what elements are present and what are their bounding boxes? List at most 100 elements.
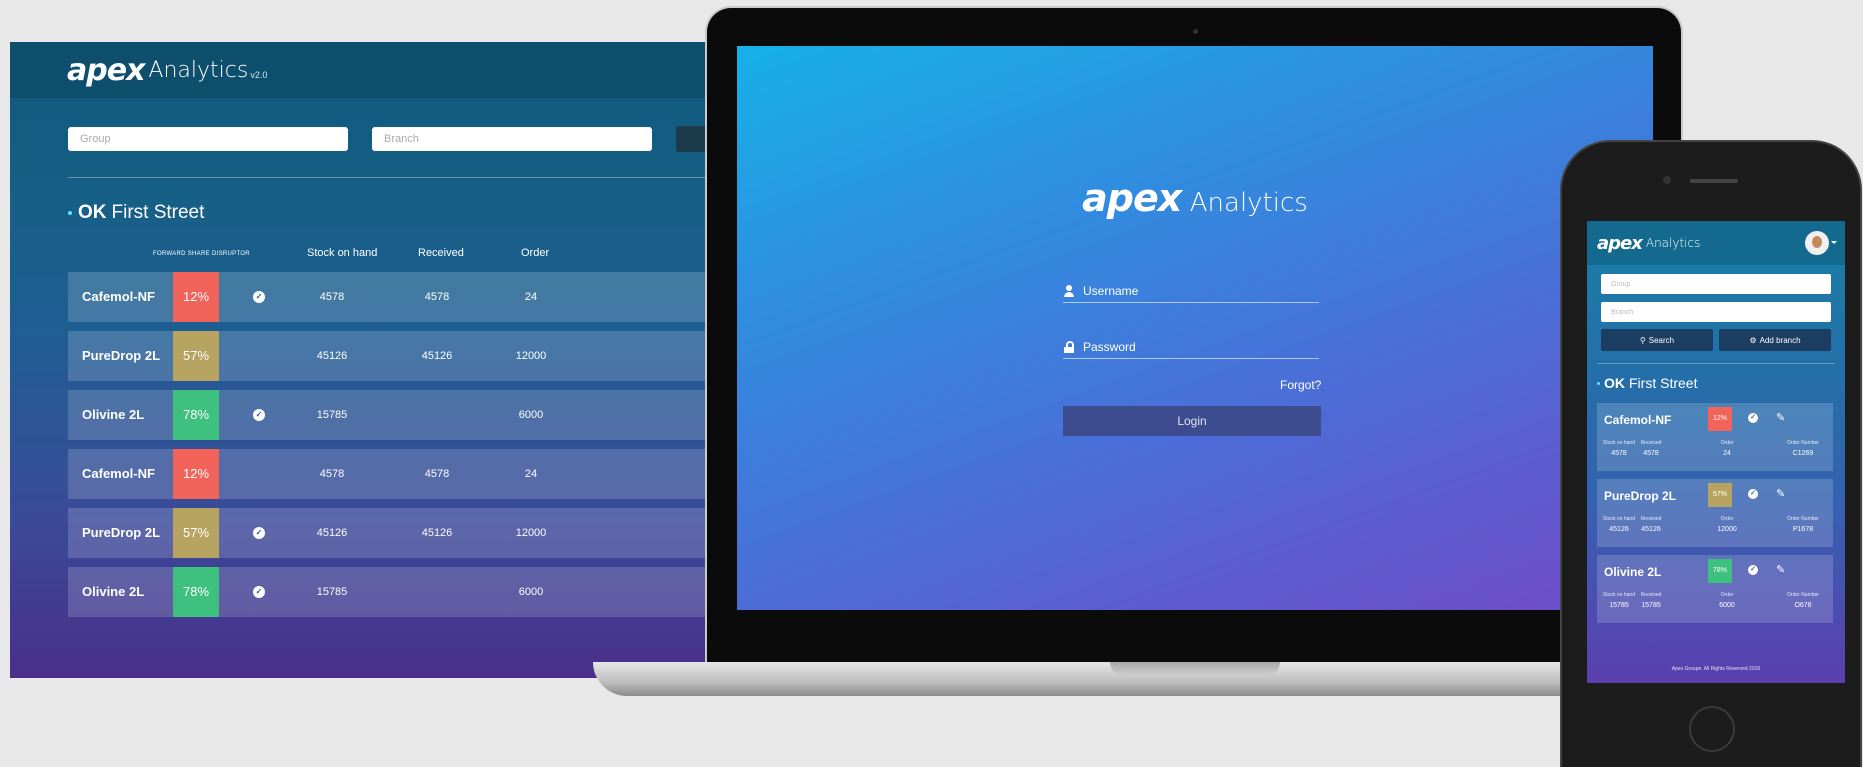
label-received: Received	[1640, 592, 1662, 598]
table-row[interactable]: PureDrop 2L 57% ✓ 45126 45126 12000	[68, 508, 710, 558]
version-label: v2.0	[250, 70, 268, 80]
desktop-dashboard: apex Analytics v2.0 ⚲ S OK First Street …	[10, 42, 710, 678]
value-order: 12000	[1717, 526, 1737, 533]
user-icon	[1063, 285, 1075, 297]
value-received: 15785	[1641, 602, 1661, 609]
value-received: 45126	[1641, 526, 1661, 533]
search-button[interactable]: ⚲ S	[676, 126, 710, 152]
group-input[interactable]	[1601, 274, 1831, 294]
table-row[interactable]: Olivine 2L 78% ✓ 15785 6000	[68, 567, 710, 617]
cell-order: 12000	[515, 527, 547, 539]
product-name: PureDrop 2L	[82, 348, 161, 363]
table-row[interactable]: PureDrop 2L 57% 45126 45126 12000	[68, 331, 710, 381]
label-order: Order	[1720, 516, 1734, 522]
section-name: First Street	[111, 202, 205, 223]
share-badge: 57%	[1708, 483, 1732, 507]
cell-order: 24	[524, 291, 538, 303]
value-order: 6000	[1719, 602, 1735, 609]
share-badge: 57%	[173, 331, 219, 381]
share-badge: 12%	[1708, 407, 1732, 431]
product-name: Olivine 2L	[1604, 565, 1662, 579]
branch-input[interactable]	[372, 127, 652, 151]
table-header: FORWARD SHARE DISRUPTOR Stock on hand Re…	[68, 247, 710, 261]
lock-icon	[1063, 341, 1075, 353]
search-icon: ⚲	[1639, 335, 1646, 345]
bullet-icon	[68, 211, 72, 215]
login-button[interactable]: Login	[1063, 406, 1321, 436]
cell-received: 45126	[421, 527, 453, 539]
product-name: Olivine 2L	[82, 584, 145, 599]
cell-received: 4578	[424, 468, 450, 480]
label-received: Received	[1640, 516, 1662, 522]
label-order_number: Order Number	[1787, 516, 1819, 522]
cell-stock: 45126	[316, 350, 348, 362]
footer-text: Apex Groupe. All Rights Reserved 2016	[1671, 666, 1761, 672]
apex-logo[interactable]: apex	[1597, 233, 1643, 254]
product-name: Cafemol-NF	[82, 289, 155, 304]
password-field[interactable]: Password	[1063, 336, 1319, 359]
section-title: OK First Street	[68, 202, 204, 224]
cell-stock: 4578	[319, 291, 345, 303]
edit-icon[interactable]: ✎	[1776, 411, 1785, 424]
share-badge: 78%	[173, 390, 219, 440]
avatar[interactable]	[1805, 231, 1829, 255]
product-name: Olivine 2L	[82, 407, 145, 422]
product-name: PureDrop 2L	[1604, 489, 1677, 503]
cell-order: 24	[524, 468, 538, 480]
edit-icon[interactable]: ✎	[1776, 487, 1785, 500]
label-order: Order	[1720, 592, 1734, 598]
login-screen: apex Analytics Username Password Forgot?…	[737, 46, 1653, 610]
value-received: 4578	[1643, 450, 1659, 457]
table-row[interactable]: Cafemol-NF 12% 4578 4578 24	[68, 449, 710, 499]
value-order_number: P1678	[1792, 526, 1814, 533]
share-badge: 12%	[173, 449, 219, 499]
analytics-wordmark: Analytics	[148, 57, 249, 83]
product-card[interactable]: PureDrop 2L 57% ✓ ✎ Stock on hand 45126 Receiv…	[1597, 479, 1833, 547]
product-card[interactable]: Cafemol-NF 12% ✓ ✎ Stock on hand 4578 Received…	[1597, 403, 1833, 471]
product-name: Cafemol-NF	[82, 466, 155, 481]
table-row[interactable]: Olivine 2L 78% ✓ 15785 6000	[68, 390, 710, 440]
camera-icon	[1193, 29, 1198, 34]
apex-logo[interactable]: apex	[67, 53, 145, 88]
cell-stock: 4578	[319, 468, 345, 480]
check-icon: ✓	[253, 586, 265, 598]
value-order_number: C1269	[1792, 450, 1814, 457]
section-name: First Street	[1629, 375, 1698, 391]
check-icon: ✓	[1748, 565, 1758, 575]
check-icon: ✓	[253, 527, 265, 539]
add-branch-button[interactable]: ⚙ Add branch	[1719, 329, 1831, 351]
add-branch-label: Add branch	[1759, 335, 1801, 345]
product-name: PureDrop 2L	[82, 525, 161, 540]
section-ok: OK	[1604, 375, 1625, 391]
value-order: 24	[1723, 450, 1731, 457]
desktop-header: apex Analytics v2.0	[10, 42, 710, 98]
apex-logo: apex	[1082, 176, 1182, 220]
cell-stock: 45126	[316, 527, 348, 539]
check-icon: ✓	[1748, 413, 1758, 423]
mobile-screen: apex Analytics ⚲ Search ⚙ Add branch OK …	[1587, 221, 1845, 683]
password-placeholder: Password	[1083, 340, 1136, 354]
share-badge: 57%	[173, 508, 219, 558]
mobile-header: apex Analytics	[1587, 221, 1845, 265]
label-order_number: Order Number	[1787, 592, 1819, 598]
table-row[interactable]: Cafemol-NF 12% ✓ 4578 4578 24	[68, 272, 710, 322]
col-stock: Stock on hand	[307, 247, 378, 259]
forgot-link[interactable]: Forgot?	[1280, 378, 1321, 392]
product-card[interactable]: Olivine 2L 78% ✓ ✎ Stock on hand 15785 Receive…	[1597, 555, 1833, 623]
analytics-wordmark: Analytics	[1645, 236, 1701, 250]
username-field[interactable]: Username	[1063, 280, 1319, 303]
cell-order: 6000	[518, 586, 544, 598]
col-forward-share: FORWARD SHARE	[153, 251, 210, 257]
filter-bar: ⚲ S	[68, 126, 710, 152]
edit-icon[interactable]: ✎	[1776, 563, 1785, 576]
chevron-down-icon[interactable]	[1831, 241, 1837, 244]
analytics-wordmark: Analytics	[1189, 188, 1308, 218]
divider	[1597, 363, 1835, 364]
group-input[interactable]	[68, 127, 348, 151]
branch-input[interactable]	[1601, 302, 1831, 322]
share-badge: 78%	[173, 567, 219, 617]
search-button[interactable]: ⚲ Search	[1601, 329, 1713, 351]
label-received: Received	[1640, 440, 1662, 446]
home-button[interactable]	[1689, 706, 1735, 752]
login-logo: apex Analytics	[737, 176, 1653, 220]
